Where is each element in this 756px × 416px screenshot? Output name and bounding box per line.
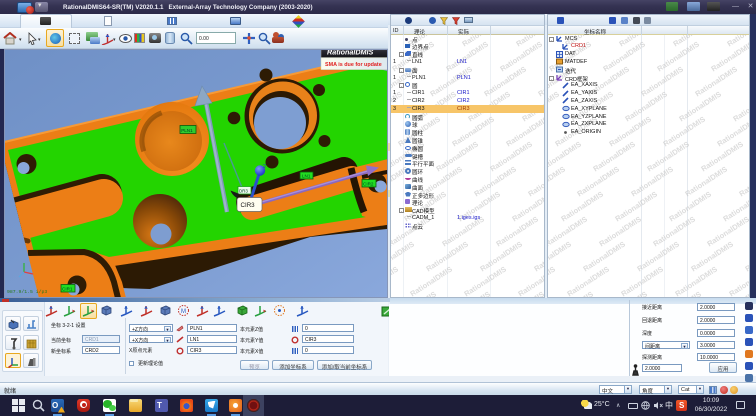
svg-text:DR3: DR3 — [239, 189, 248, 194]
svg-text:2: 2 — [263, 164, 266, 170]
svg-text:RationalDMIS: RationalDMIS — [327, 49, 374, 57]
svg-text:LN1: LN1 — [302, 174, 311, 179]
svg-text:CIR2: CIR2 — [363, 182, 374, 187]
svg-text:CIR1: CIR1 — [62, 287, 73, 292]
svg-text:987.9/1.5 i/p3: 987.9/1.5 i/p3 — [7, 289, 47, 295]
svg-text:PLN1: PLN1 — [181, 128, 193, 133]
svg-text:M: M — [181, 309, 186, 315]
svg-text:CIR3: CIR3 — [241, 202, 256, 209]
svg-text:SMA is due for update: SMA is due for update — [325, 62, 382, 68]
